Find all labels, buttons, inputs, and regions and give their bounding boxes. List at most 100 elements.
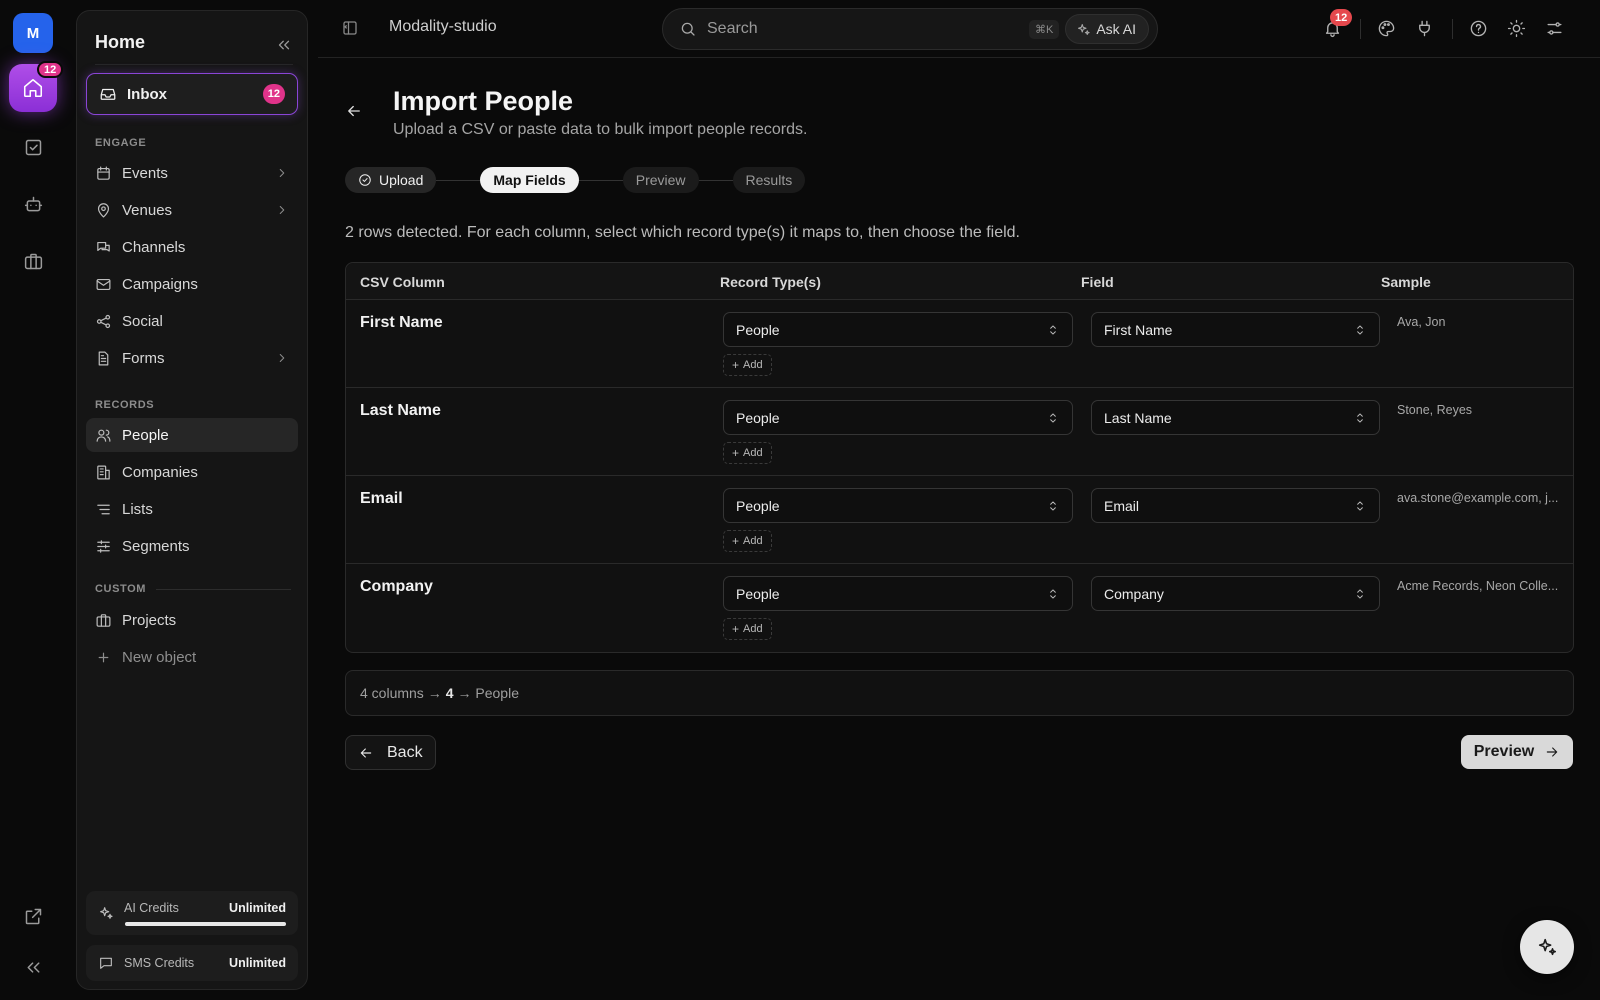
integrations-button[interactable] [1415,19,1434,38]
step-upload[interactable]: Upload [345,167,437,193]
briefcase-icon [24,253,42,269]
list-icon [97,504,110,514]
external-link-icon [25,908,41,924]
rail-briefcase-button[interactable] [13,241,53,281]
ai-credits-value: Unlimited [229,901,286,915]
search-shortcut-hint: ⌘K [1028,19,1060,39]
theme-palette-button[interactable] [1377,19,1396,38]
checkbox-icon [25,139,41,155]
sidebar-item-projects[interactable]: Projects [86,603,298,637]
users-icon [96,429,111,442]
plus-icon: + [732,622,740,636]
record-type-select[interactable]: People [723,488,1073,523]
field-select[interactable]: Company [1091,576,1380,611]
mapping-summary: 4 columns → 4 → People [345,670,1574,716]
arrow-right-icon [1547,747,1558,757]
topbar: Modality-studio Search ⌘K Ask AI 12 [318,0,1600,58]
ai-assistant-button[interactable] [1520,920,1574,974]
step-preview[interactable]: Preview [622,167,699,193]
palette-icon [1378,20,1395,37]
theme-toggle-button[interactable] [1507,19,1526,38]
step-label: Results [745,172,793,188]
rail-external-link-button[interactable] [13,896,53,936]
sidebar-item-people[interactable]: People [86,418,298,452]
toggle-sidebar-button[interactable] [341,19,359,37]
share-icon [96,314,111,328]
sidebar-item-label: Lists [122,500,153,518]
back-arrow-button[interactable] [345,102,363,120]
preview-button[interactable]: Preview [1461,735,1573,769]
check-circle-icon [359,174,371,186]
chevron-up-down-icon [1050,500,1056,511]
step-connector [436,179,481,181]
add-record-type-button[interactable]: + Add [723,442,772,464]
field-select[interactable]: Email [1091,488,1380,523]
sidebar-panel-icon [343,21,357,35]
document-icon [98,351,109,365]
rail-bot-button[interactable] [13,184,53,224]
arrow-left-icon [348,105,360,117]
chevron-up-down-icon [1357,324,1363,335]
workspace-breadcrumb[interactable]: Modality-studio [389,18,497,36]
sidebar-item-lists[interactable]: Lists [86,492,298,526]
sidebar-item-new-object[interactable]: New object [86,640,298,674]
sidebar-item-segments[interactable]: Segments [86,529,298,563]
sidebar-item-label: Forms [122,349,165,367]
sliders-icon [97,539,110,553]
page-subtitle: Upload a CSV or paste data to bulk impor… [393,121,808,138]
chevron-up-down-icon [1050,324,1056,335]
help-button[interactable] [1469,19,1488,38]
plus-icon: + [732,446,740,460]
table-row: Email People + Add Email ava.stone@exampl… [346,476,1573,564]
settings-sliders-icon [1547,22,1562,35]
step-map-fields[interactable]: Map Fields [480,167,579,193]
mail-icon [96,278,111,290]
record-type-select[interactable]: People [723,576,1073,611]
chevron-up-down-icon [1357,500,1363,511]
home-badge: 12 [37,61,64,78]
sidebar-item-channels[interactable]: Channels [86,230,298,264]
sidebar-title: Home [95,32,146,52]
chevron-up-down-icon [1050,588,1056,599]
column-header: Record Type(s) [720,274,821,290]
step-label: Upload [379,172,424,188]
field-select[interactable]: First Name [1091,312,1380,347]
workspace-avatar[interactable]: M [13,13,53,53]
sidebar-item-events[interactable]: Events [86,156,298,190]
record-type-select[interactable]: People [723,312,1073,347]
step-results[interactable]: Results [732,167,806,193]
search-input[interactable]: Search [707,20,1029,38]
summary-target: → People [457,685,519,701]
message-square-icon [100,957,112,969]
table-row: Company People + Add Company Acme Records… [346,564,1573,652]
table-row: Last Name People + Add Last Name Stone, R… [346,388,1573,476]
sidebar-item-forms[interactable]: Forms [86,341,298,375]
preferences-button[interactable] [1545,19,1564,38]
select-value: People [736,409,780,426]
briefcase-icon [96,613,111,627]
ask-ai-button[interactable]: Ask AI [1065,14,1149,44]
select-value: People [736,497,780,514]
record-type-select[interactable]: People [723,400,1073,435]
add-record-type-button[interactable]: + Add [723,530,772,552]
preview-button-label: Preview [1473,743,1535,760]
search-bar[interactable]: Search ⌘K Ask AI [662,8,1158,50]
add-record-type-button[interactable]: + Add [723,354,772,376]
sms-credits-value: Unlimited [229,956,286,970]
sidebar-item-social[interactable]: Social [86,304,298,338]
sidebar-item-campaigns[interactable]: Campaigns [86,267,298,301]
sidebar-item-companies[interactable]: Companies [86,455,298,489]
sparkles-icon [100,907,113,919]
field-select[interactable]: Last Name [1091,400,1380,435]
sidebar-item-inbox[interactable]: Inbox 12 [86,73,298,115]
sidebar-item-venues[interactable]: Venues [86,193,298,227]
add-record-type-button[interactable]: + Add [723,618,772,640]
rail-tasks-button[interactable] [13,127,53,167]
back-button[interactable]: Back [345,735,436,770]
import-stepper: Upload Map Fields Preview Results [345,167,806,193]
sample-values: Acme Records, Neon Colle... [1397,579,1559,593]
sparkles-icon [1078,23,1090,35]
section-label-custom-text: CUSTOM [95,583,147,595]
rail-collapse-button[interactable] [13,947,53,987]
sidebar-collapse-button[interactable] [275,36,293,54]
